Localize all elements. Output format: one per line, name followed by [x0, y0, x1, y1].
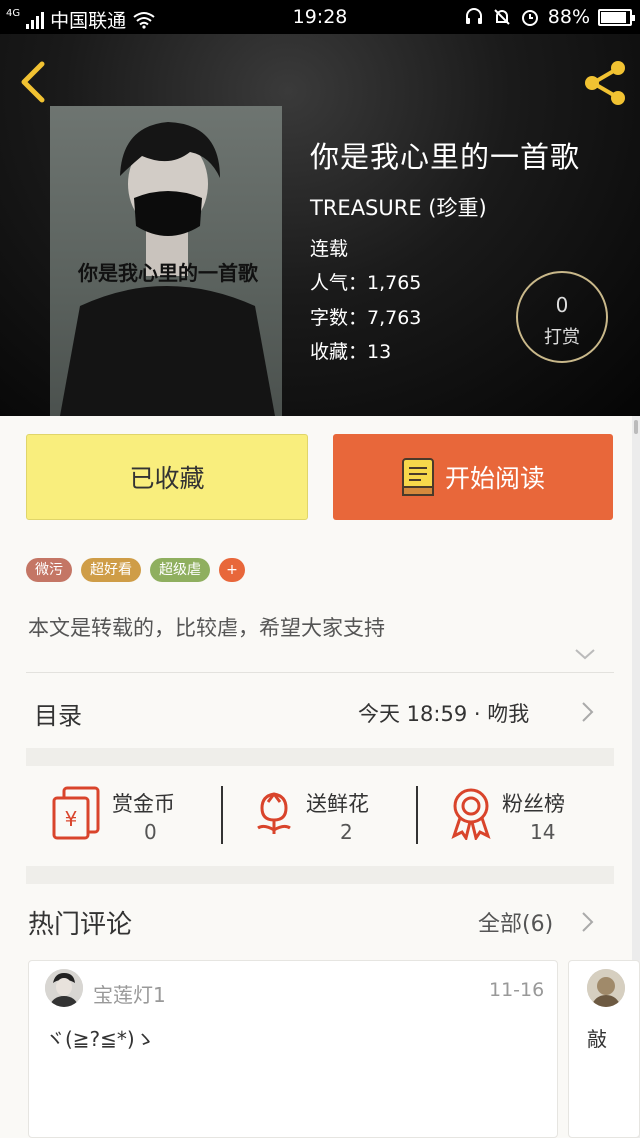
book-icon [401, 458, 434, 496]
tag-list: 微污 超好看 超级虐 + [26, 558, 245, 582]
scrollbar-thumb[interactable] [634, 420, 638, 434]
tag-item[interactable]: 微污 [26, 558, 72, 582]
coin-envelope-icon: ¥ [52, 786, 100, 840]
tag-item[interactable]: 超级虐 [150, 558, 210, 582]
stat-value: 0 [144, 820, 157, 844]
stat-coins[interactable]: ¥ 赏金币 0 [50, 784, 220, 846]
chevron-left-icon [21, 61, 45, 103]
book-header: 你是我心里的一首歌 你是我心里的一首歌 TREASURE (珍重) 连载 人气：… [0, 34, 640, 416]
book-word-count: 字数：7,763 [310, 307, 422, 329]
share-icon [585, 61, 625, 105]
status-bar: 4G 中国联通 19:28 88% [0, 0, 640, 34]
toc-label: 目录 [34, 702, 82, 730]
user-avatar-image [45, 969, 83, 1007]
avatar[interactable] [45, 969, 83, 1007]
start-reading-button[interactable]: 开始阅读 [333, 434, 613, 520]
chevron-right-icon [582, 702, 594, 722]
comment-text: 敲 [587, 1027, 607, 1051]
add-tag-button[interactable]: + [219, 558, 245, 582]
stat-label: 赏金币 [112, 792, 175, 816]
battery-percent: 88% [547, 6, 590, 28]
avatar[interactable] [587, 969, 625, 1007]
expand-description-button[interactable] [574, 646, 596, 665]
back-button[interactable] [18, 60, 50, 104]
divider [221, 786, 223, 844]
divider [416, 786, 418, 844]
tip-label: 打赏 [544, 327, 580, 348]
battery-icon [598, 8, 635, 26]
comment-date: 11-16 [489, 979, 545, 1001]
start-reading-label: 开始阅读 [444, 464, 545, 493]
book-title: 你是我心里的一首歌 [310, 140, 581, 174]
ribbon-medal-icon [451, 788, 491, 840]
stat-label: 粉丝榜 [502, 792, 565, 816]
book-cover[interactable]: 你是我心里的一首歌 [50, 106, 282, 416]
stat-label: 送鲜花 [306, 792, 369, 816]
stat-value: 14 [530, 820, 556, 844]
cover-title: 你是我心里的一首歌 [78, 261, 258, 285]
headset-icon [465, 8, 482, 24]
collect-label: 已收藏 [129, 464, 205, 493]
comment-username[interactable]: 宝莲灯1 [93, 979, 166, 1008]
stat-value: 2 [340, 820, 353, 844]
mute-bell-icon [494, 9, 510, 25]
stat-flowers[interactable]: 送鲜花 2 [254, 784, 414, 846]
book-author[interactable]: TREASURE (珍重) [310, 192, 487, 222]
hot-comments-title: 热门评论 [28, 910, 133, 940]
alarm-icon [521, 10, 538, 26]
divider [26, 672, 614, 673]
toc-latest-update: 今天 18:59 · 吻我 [358, 702, 530, 726]
comment-text: ヾ(≧?≦*)ゝ [45, 1027, 155, 1051]
section-divider [26, 866, 614, 884]
section-divider [26, 748, 614, 766]
book-favorites: 收藏：13 [310, 341, 392, 363]
tag-item[interactable]: 超好看 [81, 558, 141, 582]
share-button[interactable] [580, 58, 630, 108]
book-popularity: 人气：1,765 [310, 272, 422, 294]
chevron-down-icon [575, 649, 595, 660]
user-avatar-image [587, 969, 625, 1007]
collect-button[interactable]: 已收藏 [26, 434, 308, 520]
chevron-right-icon [582, 912, 594, 932]
flower-icon [257, 792, 291, 834]
comment-card[interactable]: 宝莲灯1 11-16 ヾ(≧?≦*)ゝ [28, 960, 558, 1138]
svg-text:¥: ¥ [65, 807, 78, 831]
tip-button[interactable]: 0 打赏 [516, 271, 608, 363]
book-description: 本文是转载的，比较虐，希望大家支持 [28, 616, 385, 640]
all-comments-label: 全部(6) [478, 912, 554, 937]
book-status: 连载 [310, 238, 349, 260]
comment-card[interactable]: 敲 [568, 960, 640, 1138]
stat-fan-rank[interactable]: 粉丝榜 14 [450, 784, 600, 846]
tip-count: 0 [555, 293, 569, 317]
